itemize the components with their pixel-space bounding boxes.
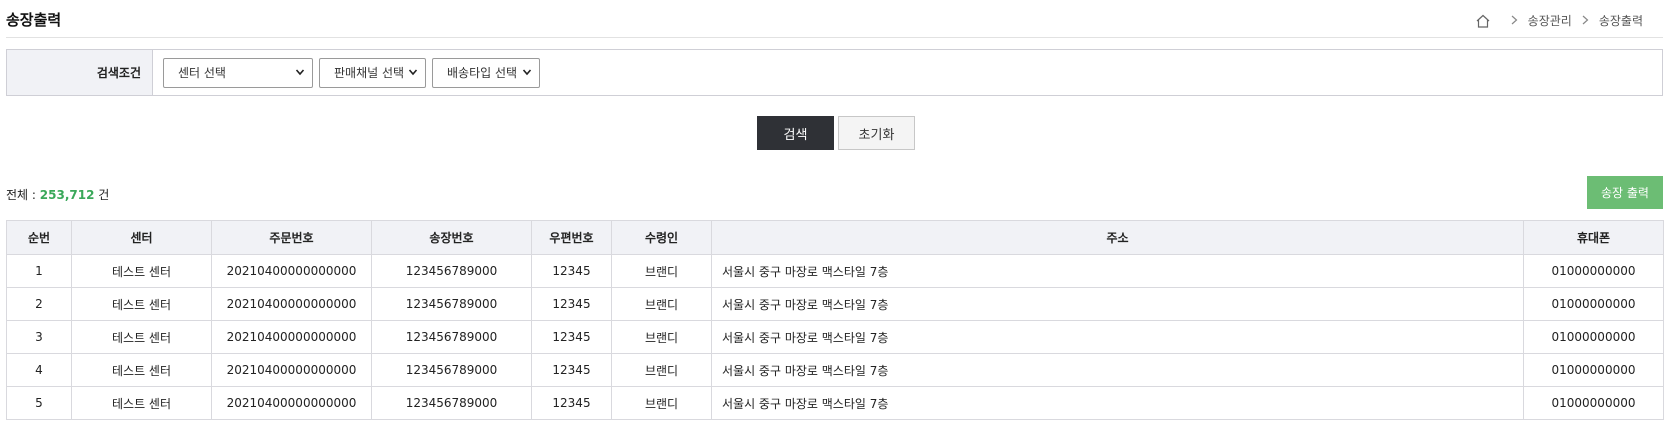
delivery-type-select-value: 배송타입 선택 <box>447 66 518 80</box>
table-cell: 브랜디 <box>611 320 712 354</box>
column-header: 센터 <box>71 220 212 255</box>
table-cell: 01000000000 <box>1523 287 1664 321</box>
table-cell: 테스트 센터 <box>71 287 212 321</box>
table-cell: 123456789000 <box>371 254 532 288</box>
table-cell: 20210400000000000 <box>211 353 372 387</box>
table-cell: 테스트 센터 <box>71 254 212 288</box>
reset-button[interactable]: 초기화 <box>838 116 915 150</box>
table-cell: 01000000000 <box>1523 254 1664 288</box>
table-cell: 20210400000000000 <box>211 287 372 321</box>
search-selects: 센터 선택 판매채널 선택 배송타입 선택 <box>153 50 540 95</box>
search-conditions-label: 검색조건 <box>7 50 153 95</box>
table-cell: 브랜디 <box>611 254 712 288</box>
table-cell: 테스트 센터 <box>71 386 212 420</box>
table-cell: 4 <box>6 353 72 387</box>
table-header-row: 순번 센터 주문번호 송장번호 우편번호 수령인 주소 휴대폰 <box>6 220 1664 255</box>
home-icon[interactable] <box>1475 13 1491 29</box>
table-row[interactable]: 5 테스트 센터 20210400000000000 123456789000 … <box>6 386 1664 420</box>
search-conditions-panel: 검색조건 센터 선택 판매채널 선택 배송타입 선택 <box>6 49 1663 96</box>
table-cell: 12345 <box>531 353 612 387</box>
table-cell: 01000000000 <box>1523 386 1664 420</box>
table-cell: 테스트 센터 <box>71 320 212 354</box>
breadcrumb: 송장관리 송장출력 <box>1475 12 1643 29</box>
column-header: 순번 <box>6 220 72 255</box>
column-header: 휴대폰 <box>1523 220 1664 255</box>
table-cell: 테스트 센터 <box>71 353 212 387</box>
table-cell: 12345 <box>531 386 612 420</box>
chevron-right-icon <box>1582 14 1589 28</box>
table-cell: 5 <box>6 386 72 420</box>
total-count-prefix: 전체 : <box>6 188 36 202</box>
table-cell: 서울시 중구 마장로 맥스타일 7층 <box>711 386 1524 420</box>
total-count-suffix: 건 <box>98 188 110 202</box>
table-cell: 브랜디 <box>611 353 712 387</box>
center-select[interactable]: 센터 선택 <box>163 57 313 88</box>
table-cell: 서울시 중구 마장로 맥스타일 7층 <box>711 287 1524 321</box>
column-header: 우편번호 <box>531 220 612 255</box>
table-cell: 브랜디 <box>611 386 712 420</box>
search-button[interactable]: 검색 <box>757 116 834 150</box>
table-cell: 서울시 중구 마장로 맥스타일 7층 <box>711 320 1524 354</box>
chevron-down-icon <box>408 66 418 80</box>
table-cell: 123456789000 <box>371 287 532 321</box>
center-select-value: 센터 선택 <box>178 66 226 80</box>
table-cell: 20210400000000000 <box>211 386 372 420</box>
table-cell: 123456789000 <box>371 320 532 354</box>
table-cell: 20210400000000000 <box>211 320 372 354</box>
table-cell: 3 <box>6 320 72 354</box>
table-cell: 1 <box>6 254 72 288</box>
invoice-table: 순번 센터 주문번호 송장번호 우편번호 수령인 주소 휴대폰 1 테스트 센터… <box>6 220 1664 420</box>
column-header: 송장번호 <box>371 220 532 255</box>
page-header: 송장출력 송장관리 송장출력 <box>6 0 1663 38</box>
column-header: 주소 <box>711 220 1524 255</box>
table-cell: 20210400000000000 <box>211 254 372 288</box>
sales-channel-select-value: 판매채널 선택 <box>334 66 405 80</box>
table-cell: 12345 <box>531 320 612 354</box>
table-row[interactable]: 4 테스트 센터 20210400000000000 123456789000 … <box>6 353 1664 387</box>
table-cell: 12345 <box>531 287 612 321</box>
table-cell: 12345 <box>531 254 612 288</box>
table-cell: 123456789000 <box>371 386 532 420</box>
breadcrumb-item-invoice-print[interactable]: 송장출력 <box>1599 12 1643 29</box>
table-cell: 123456789000 <box>371 353 532 387</box>
table-cell: 서울시 중구 마장로 맥스타일 7층 <box>711 254 1524 288</box>
breadcrumb-item-invoice-management[interactable]: 송장관리 <box>1528 12 1572 29</box>
table-cell: 브랜디 <box>611 287 712 321</box>
column-header: 수령인 <box>611 220 712 255</box>
column-header: 주문번호 <box>211 220 372 255</box>
sales-channel-select[interactable]: 판매채널 선택 <box>319 57 426 88</box>
chevron-right-icon <box>1511 14 1518 28</box>
table-row[interactable]: 2 테스트 센터 20210400000000000 123456789000 … <box>6 287 1664 321</box>
table-cell: 01000000000 <box>1523 353 1664 387</box>
total-count: 전체 : 253,712 건 <box>6 186 109 203</box>
print-invoice-button[interactable]: 송장 출력 <box>1587 176 1663 209</box>
table-row[interactable]: 3 테스트 센터 20210400000000000 123456789000 … <box>6 320 1664 354</box>
chevron-down-icon <box>522 66 532 80</box>
delivery-type-select[interactable]: 배송타입 선택 <box>432 57 540 88</box>
page-title: 송장출력 <box>6 11 62 29</box>
table-cell: 2 <box>6 287 72 321</box>
table-row[interactable]: 1 테스트 센터 20210400000000000 123456789000 … <box>6 254 1664 288</box>
table-cell: 01000000000 <box>1523 320 1664 354</box>
table-cell: 서울시 중구 마장로 맥스타일 7층 <box>711 353 1524 387</box>
chevron-down-icon <box>295 66 305 80</box>
total-count-value: 253,712 <box>39 188 95 202</box>
